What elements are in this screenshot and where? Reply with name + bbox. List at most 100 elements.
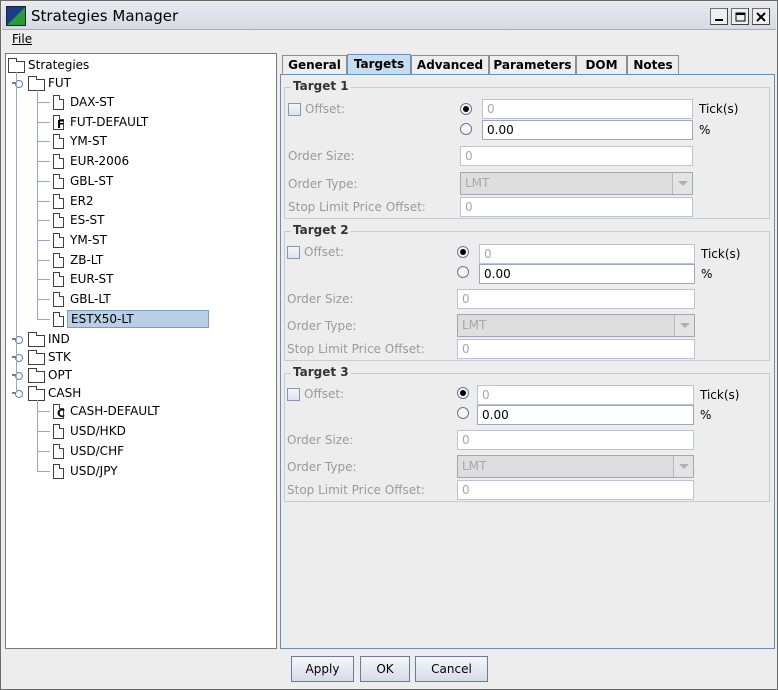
ticks-input[interactable]: 0 xyxy=(479,244,695,264)
tree-label: ES-ST xyxy=(70,213,105,227)
tree-connector xyxy=(37,181,50,182)
target-title: Target 2 xyxy=(291,223,351,237)
tree-connector xyxy=(37,411,50,412)
tab-advanced[interactable]: Advanced xyxy=(411,55,489,75)
strategy-file-icon xyxy=(53,95,64,110)
order-type-select[interactable]: LMT xyxy=(457,314,695,337)
chevron-down-icon[interactable] xyxy=(672,173,692,194)
target-title: Target 1 xyxy=(291,79,351,93)
tree-connector xyxy=(37,451,50,452)
offset-checkbox[interactable] xyxy=(288,103,301,116)
tree-connector xyxy=(37,240,50,241)
tree-label: ESTX50-LT xyxy=(67,310,209,328)
offset-checkbox[interactable] xyxy=(287,388,300,401)
tree-connector xyxy=(37,102,50,103)
tab-parameters[interactable]: Parameters xyxy=(489,55,576,75)
apply-button[interactable]: Apply xyxy=(291,656,354,682)
tree-label: USD/HKD xyxy=(70,424,126,438)
stop-limit-input[interactable]: 0 xyxy=(460,197,693,217)
percent-radio[interactable] xyxy=(457,266,469,278)
strategy-file-icon xyxy=(53,312,64,327)
tree-connector xyxy=(37,201,50,202)
strategy-file-icon: F xyxy=(53,115,65,131)
order-type-select[interactable]: LMT xyxy=(460,172,693,195)
order-type-select[interactable]: LMT xyxy=(457,455,694,478)
tab-notes[interactable]: Notes xyxy=(627,55,679,75)
cancel-button[interactable]: Cancel xyxy=(415,656,488,682)
folder-icon xyxy=(28,350,45,365)
tree-connector xyxy=(37,220,50,221)
tree-label: ER2 xyxy=(70,194,94,208)
target-title: Target 3 xyxy=(291,365,351,379)
strategy-file-icon xyxy=(53,253,64,268)
order-size-label: Order Size: xyxy=(288,149,355,163)
ticks-radio[interactable] xyxy=(460,103,472,115)
ticks-input[interactable]: 0 xyxy=(482,99,693,119)
chevron-down-icon[interactable] xyxy=(674,315,694,336)
strategy-file-icon xyxy=(53,292,64,307)
ticks-radio[interactable] xyxy=(457,387,469,399)
tree-label: EUR-2006 xyxy=(70,154,130,168)
tree-connector xyxy=(37,279,50,280)
strategy-file-icon xyxy=(53,444,64,459)
ticks-unit: Tick(s) xyxy=(699,102,739,116)
tree-connector xyxy=(37,260,50,261)
order-size-input[interactable]: 0 xyxy=(457,430,694,450)
tree-label: EUR-ST xyxy=(70,272,114,286)
tree-label: USD/CHF xyxy=(70,444,124,458)
ticks-radio[interactable] xyxy=(457,246,469,258)
minimize-button[interactable] xyxy=(710,8,728,25)
stop-limit-input[interactable]: 0 xyxy=(457,339,695,359)
folder-icon xyxy=(28,368,45,383)
order-type-label: Order Type: xyxy=(287,319,357,333)
strategy-file-icon xyxy=(53,174,64,189)
order-size-label: Order Size: xyxy=(287,292,354,306)
stop-limit-label: Stop Limit Price Offset: xyxy=(288,200,426,214)
percent-input[interactable]: 0.00 xyxy=(482,120,693,140)
tree-label: OPT xyxy=(48,368,73,382)
tree-connector xyxy=(37,431,50,432)
strategy-tree[interactable]: Strategies FUT DAX-ST F FUT-DEFAULT YM-ST EUR-… xyxy=(5,53,277,649)
tree-connector xyxy=(37,141,50,142)
ok-button[interactable]: OK xyxy=(360,656,410,682)
order-size-input[interactable]: 0 xyxy=(457,289,695,309)
tree-label: YM-ST xyxy=(70,134,107,148)
percent-unit: % xyxy=(699,123,711,137)
tree-label: USD/JPY xyxy=(70,464,118,478)
tab-targets[interactable]: Targets xyxy=(347,54,411,76)
percent-input[interactable]: 0.00 xyxy=(479,264,695,284)
title-bar[interactable]: Strategies Manager xyxy=(2,2,776,30)
order-type-value: LMT xyxy=(462,459,487,473)
menu-file[interactable]: File xyxy=(12,32,32,46)
percent-radio[interactable] xyxy=(457,407,469,419)
order-type-value: LMT xyxy=(465,176,490,190)
tree-connector xyxy=(37,319,50,320)
percent-input[interactable]: 0.00 xyxy=(477,405,694,425)
maximize-button[interactable] xyxy=(731,8,749,25)
percent-radio[interactable] xyxy=(460,123,472,135)
tree-connector xyxy=(37,400,38,472)
ticks-input[interactable]: 0 xyxy=(477,385,694,405)
tree-label: YM-ST xyxy=(70,233,107,247)
tree-label: GBL-ST xyxy=(70,174,114,188)
stop-limit-input[interactable]: 0 xyxy=(457,480,694,500)
tree-label: CASH xyxy=(48,386,82,400)
tab-general[interactable]: General xyxy=(282,55,347,75)
tree-label: FUT-DEFAULT xyxy=(70,115,149,129)
chevron-down-icon[interactable] xyxy=(673,456,693,477)
strategy-file-icon xyxy=(53,134,64,149)
order-type-label: Order Type: xyxy=(287,460,357,474)
tree-connector xyxy=(37,161,50,162)
strategy-file-icon xyxy=(53,213,64,228)
tree-label: STK xyxy=(48,350,71,364)
order-size-input[interactable]: 0 xyxy=(460,146,693,166)
tab-strip: General Targets Advanced Parameters DOM … xyxy=(282,54,775,76)
close-button[interactable] xyxy=(752,8,770,25)
offset-checkbox[interactable] xyxy=(287,246,300,259)
strategy-file-icon xyxy=(53,424,64,439)
default-badge: F xyxy=(57,118,65,131)
tab-dom[interactable]: DOM xyxy=(576,55,627,75)
tree-label: ZB-LT xyxy=(70,253,104,267)
tree-label: FUT xyxy=(48,76,72,90)
tree-label: Strategies xyxy=(28,58,90,72)
